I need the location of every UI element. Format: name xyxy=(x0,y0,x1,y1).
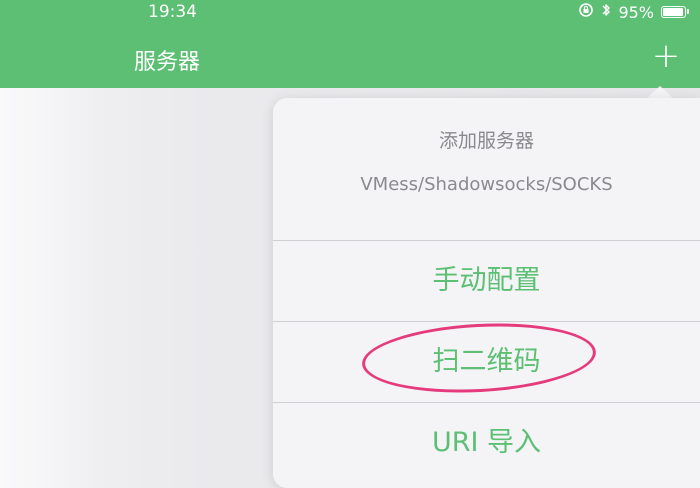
manual-config-button[interactable]: 手动配置 xyxy=(273,241,700,321)
page-title: 服务器 xyxy=(134,50,201,75)
status-time: 19:34 xyxy=(148,2,197,22)
content-shadow xyxy=(0,88,110,488)
nav-bar: 19:34 95% 服务器 + xyxy=(0,0,700,88)
popover-title: 添加服务器 xyxy=(438,130,534,152)
status-indicators: 95% xyxy=(578,2,689,22)
popover-header: 添加服务器 VMess/Shadowsocks/SOCKS xyxy=(273,98,700,240)
battery-icon xyxy=(661,6,689,18)
add-server-button[interactable]: + xyxy=(648,38,684,74)
battery-level xyxy=(663,8,683,16)
battery-percent: 95% xyxy=(618,2,654,22)
rotation-lock-icon xyxy=(578,2,594,22)
bluetooth-icon xyxy=(601,2,611,22)
add-server-popover: 添加服务器 VMess/Shadowsocks/SOCKS 手动配置 扫二维码 … xyxy=(273,98,700,488)
uri-import-button[interactable]: URI 导入 xyxy=(273,403,700,483)
popover-subtitle: VMess/Shadowsocks/SOCKS xyxy=(360,174,613,195)
